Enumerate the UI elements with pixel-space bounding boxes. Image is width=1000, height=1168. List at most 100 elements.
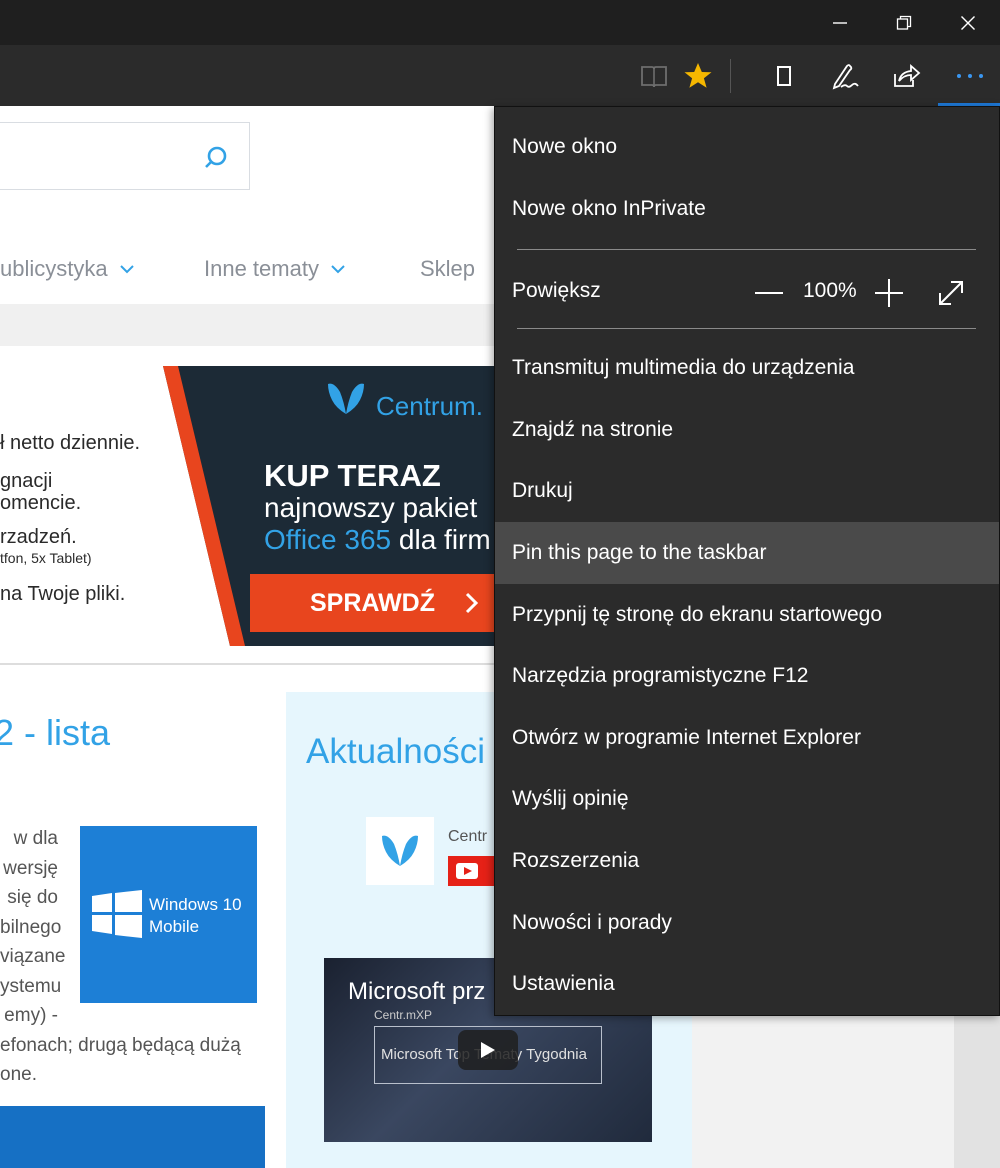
menu-separator xyxy=(517,328,976,329)
zoom-label: Powiększ xyxy=(512,279,601,302)
article-title[interactable]: 2 - lista xyxy=(0,712,110,754)
reading-list-button[interactable] xyxy=(756,45,812,106)
web-note-icon xyxy=(832,63,859,89)
share-button[interactable] xyxy=(878,45,934,106)
banner-office-name: Office 365 xyxy=(264,524,392,555)
close-button[interactable] xyxy=(936,0,1000,45)
article-text-line: w dla xyxy=(13,828,58,849)
zoom-in-button[interactable] xyxy=(869,273,909,313)
menu-item-new-inprivate-window[interactable]: Nowe okno InPrivate xyxy=(495,178,999,240)
site-search-input[interactable] xyxy=(0,122,250,190)
restore-icon xyxy=(896,15,912,30)
menu-item-pin-to-start[interactable]: Przypnij tę stronę do ekranu startowego xyxy=(495,584,999,646)
office365-banner[interactable]: ł netto dziennie. gnacji omencie. rzadze… xyxy=(0,366,500,646)
banner-text-line: na Twoje pliki. xyxy=(0,583,126,605)
browser-toolbar xyxy=(0,45,1000,106)
minimize-button[interactable] xyxy=(808,0,872,45)
more-actions-icon xyxy=(957,73,983,78)
banner-headline: KUP TERAZ xyxy=(264,458,441,493)
banner-text-line: omencie. xyxy=(0,492,82,514)
page-strip xyxy=(0,304,500,346)
menu-item-extensions[interactable]: Rozszerzenia xyxy=(495,830,999,892)
article-text-line: bilnego xyxy=(0,917,62,938)
title-bar xyxy=(0,0,1000,45)
banner-text-line: tfon, 5x Tablet) xyxy=(0,550,92,566)
menu-item-label: Nowe okno xyxy=(512,135,618,158)
menu-item-print[interactable]: Drukuj xyxy=(495,460,999,522)
search-icon[interactable] xyxy=(203,145,229,171)
restore-button[interactable] xyxy=(872,0,936,45)
minimize-icon xyxy=(833,21,847,24)
banner-text-line: ł netto dziennie. xyxy=(0,432,141,454)
play-icon xyxy=(481,1042,495,1058)
favorite-star-icon xyxy=(684,62,712,88)
banner-cta-label: SPRAWDŹ xyxy=(310,588,435,617)
menu-item-label: Wyślij opinię xyxy=(512,787,629,810)
banner-brand: Centrum. xyxy=(376,391,483,421)
menu-item-settings[interactable]: Ustawienia xyxy=(495,953,999,1015)
fullscreen-button[interactable] xyxy=(931,273,971,313)
zoom-value: 100% xyxy=(803,279,857,302)
chevron-down-icon xyxy=(119,264,134,273)
banner-text-line: rzadzeń. xyxy=(0,526,77,548)
more-actions-button[interactable] xyxy=(942,45,998,106)
menu-item-label: Narzędzia programistyczne F12 xyxy=(512,664,809,687)
menu-separator xyxy=(517,249,976,250)
nav-item-label: Sklep xyxy=(420,256,476,281)
youtube-play-icon xyxy=(456,863,478,879)
toolbar-separator xyxy=(730,59,731,93)
zoom-out-button[interactable] xyxy=(749,273,789,313)
article-text-line: się do xyxy=(7,887,58,908)
article-text-line: ystemu xyxy=(0,976,62,997)
news-title[interactable]: Aktualności xyxy=(306,732,485,772)
menu-item-label: Nowości i porady xyxy=(512,911,672,934)
reading-list-icon xyxy=(777,65,791,86)
menu-item-find-on-page[interactable]: Znajdź na stronie xyxy=(495,399,999,461)
nav-item-inne-tematy[interactable]: Inne tematy xyxy=(204,256,345,282)
youtube-subscribe-button[interactable] xyxy=(448,856,498,886)
reading-view-icon xyxy=(641,65,667,87)
menu-item-label: Drukuj xyxy=(512,479,573,502)
menu-item-label: Przypnij tę stronę do ekranu startowego xyxy=(512,603,883,626)
article-text-line: efonach; drugą będącą dużą xyxy=(0,1035,241,1056)
menu-item-cast-media[interactable]: Transmituj multimedia do urządzenia xyxy=(495,337,999,399)
windows10-mobile-tile[interactable]: Windows 10 Mobile xyxy=(80,826,257,1003)
menu-item-send-feedback[interactable]: Wyślij opinię xyxy=(495,768,999,830)
nav-item-sklep[interactable]: Sklep xyxy=(420,256,475,282)
menu-item-new-window[interactable]: Nowe okno xyxy=(495,116,999,178)
article-text-line: wersję xyxy=(3,858,58,879)
nav-item-label: Inne tematy xyxy=(204,256,319,281)
close-icon xyxy=(961,15,975,30)
minus-icon xyxy=(755,292,783,294)
menu-item-whats-new[interactable]: Nowości i porady xyxy=(495,892,999,954)
divider xyxy=(0,663,500,665)
banner-subline: najnowszy pakiet xyxy=(264,492,478,523)
menu-item-label: Transmituj multimedia do urządzenia xyxy=(512,356,855,379)
article-text-line: viązane xyxy=(0,946,66,967)
tile-label-line1: Windows 10 xyxy=(149,895,242,914)
banner-cta-button[interactable]: SPRAWDŹ xyxy=(250,574,500,632)
channel-avatar[interactable] xyxy=(366,817,434,885)
banner-office-suffix: dla firm xyxy=(391,524,491,555)
article-text-line: emy) - xyxy=(4,1005,58,1026)
favorite-button[interactable] xyxy=(670,45,726,106)
centrum-logo-icon xyxy=(328,383,364,414)
fullscreen-icon xyxy=(939,281,963,305)
menu-item-open-in-ie[interactable]: Otwórz w programie Internet Explorer xyxy=(495,707,999,769)
tile-label-line2: Mobile xyxy=(149,917,200,936)
menu-item-label: Ustawienia xyxy=(512,972,615,995)
zoom-row: Powiększ 100% xyxy=(495,259,999,325)
article-text-line: one. xyxy=(0,1064,37,1085)
video-play-button[interactable] xyxy=(458,1030,518,1070)
channel-name[interactable]: Centr xyxy=(448,828,487,846)
menu-item-developer-tools[interactable]: Narzędzia programistyczne F12 xyxy=(495,645,999,707)
more-actions-menu: Nowe okno Nowe okno InPrivate Powiększ 1… xyxy=(494,106,1000,1016)
menu-item-label: Rozszerzenia xyxy=(512,849,640,872)
plus-icon xyxy=(875,279,903,307)
nav-item-publicystyka[interactable]: ublicystyka xyxy=(0,256,134,282)
menu-item-pin-to-taskbar[interactable]: Pin this page to the taskbar xyxy=(495,522,999,584)
web-note-button[interactable] xyxy=(818,45,874,106)
share-icon xyxy=(894,63,921,87)
chevron-down-icon xyxy=(331,264,345,273)
windows-logo-icon xyxy=(92,890,142,938)
